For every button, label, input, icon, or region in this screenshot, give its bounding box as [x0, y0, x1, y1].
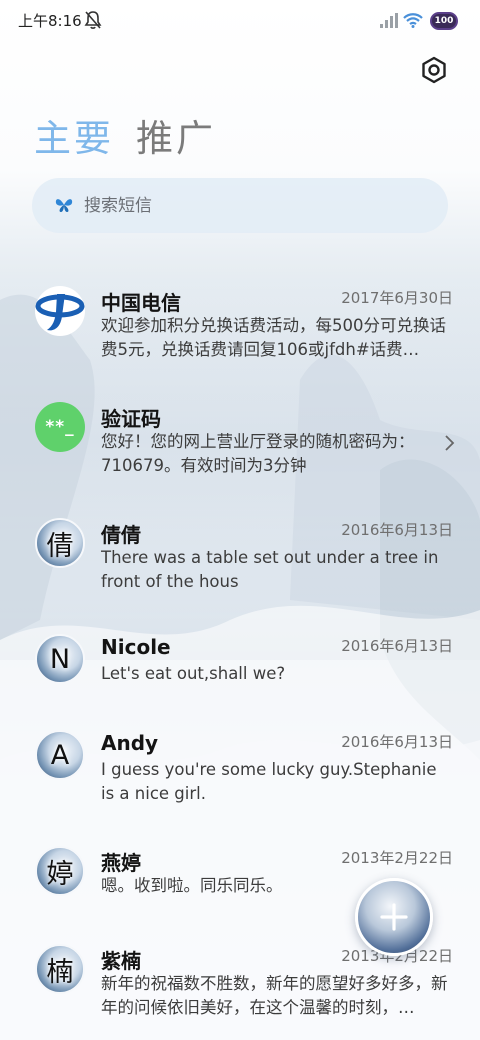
avatar: **_ [35, 402, 85, 452]
butterfly-search-icon [55, 199, 73, 212]
avatar: 倩 [35, 518, 85, 568]
sender-name: Andy [101, 731, 159, 755]
search-input[interactable] [84, 186, 424, 226]
telecom-logo-icon [35, 294, 85, 331]
sender-name: Nicole [101, 635, 171, 659]
plus-icon [380, 903, 408, 931]
avatar-letter: 倩 [46, 530, 74, 562]
tab-promotions[interactable]: 推广 [136, 112, 216, 166]
conversation-item[interactable]: A Andy 2016年6月13日 I guess you're some lu… [0, 716, 480, 832]
sender-name: 中国电信 [101, 291, 181, 315]
sender-name: 燕婷 [101, 851, 141, 875]
message-preview: 您好！您的网上营业厅登录的随机密码为：710679。有效时间为3分钟 [101, 432, 415, 475]
conversation-item[interactable]: 中国电信 2017年6月30日 欢迎参加积分兑换话费活动，每500分可兑换话费5… [0, 272, 480, 388]
signal-icon [380, 13, 398, 28]
status-bar: 上午8:16 100 [0, 0, 480, 42]
search-bar[interactable] [32, 178, 448, 233]
settings-button[interactable] [414, 50, 454, 90]
conversation-item[interactable]: N Nicole 2016年6月13日 Let's eat out,shall … [0, 620, 480, 716]
sender-name: 验证码 [101, 407, 161, 431]
tab-bar: 主要 推广 [34, 112, 238, 166]
message-preview: 新年的祝福数不胜数，新年的愿望好多好多，新年的问候依旧美好，在这个温馨的时刻，… [101, 974, 448, 1017]
sender-name: 紫楠 [101, 949, 141, 973]
message-date: 2016年6月13日 [341, 637, 453, 655]
tab-primary[interactable]: 主要 [34, 112, 114, 166]
avatar-letter: 楠 [46, 956, 74, 988]
battery-icon: 100 [430, 12, 458, 30]
avatar-letter: N [49, 643, 71, 675]
message-preview: 欢迎参加积分兑换话费活动，每500分可兑换话费5元，兑换话费请回复106或jfd… [101, 316, 446, 359]
message-preview: I guess you're some lucky guy.Stephanie … [101, 760, 437, 803]
avatar [35, 286, 85, 336]
avatar-letter: A [50, 739, 70, 771]
avatar-letter: 婷 [46, 858, 74, 890]
settings-icon [422, 56, 446, 84]
status-time: 上午8:16 [18, 12, 82, 30]
wifi-icon [403, 13, 423, 28]
message-preview: Let's eat out,shall we? [101, 664, 286, 683]
conversation-item[interactable]: **_ 验证码 您好！您的网上营业厅登录的随机密码为：710679。有效时间为3… [0, 388, 480, 504]
chevron-right-icon[interactable] [442, 434, 456, 452]
avatar: N [35, 634, 85, 684]
message-date: 2016年6月13日 [341, 733, 453, 751]
message-date: 2017年6月30日 [341, 289, 453, 307]
message-date: 2016年6月13日 [341, 521, 453, 539]
sender-name: 倩倩 [101, 523, 141, 547]
avatar: A [35, 730, 85, 780]
conversation-item[interactable]: 倩 倩倩 2016年6月13日 There was a table set ou… [0, 504, 480, 620]
new-message-button[interactable] [355, 878, 433, 956]
message-date: 2013年2月22日 [341, 849, 453, 867]
message-preview: There was a table set out under a tree i… [101, 548, 439, 591]
avatar: 楠 [35, 944, 85, 994]
mute-icon [84, 11, 102, 29]
avatar: 婷 [35, 846, 85, 896]
